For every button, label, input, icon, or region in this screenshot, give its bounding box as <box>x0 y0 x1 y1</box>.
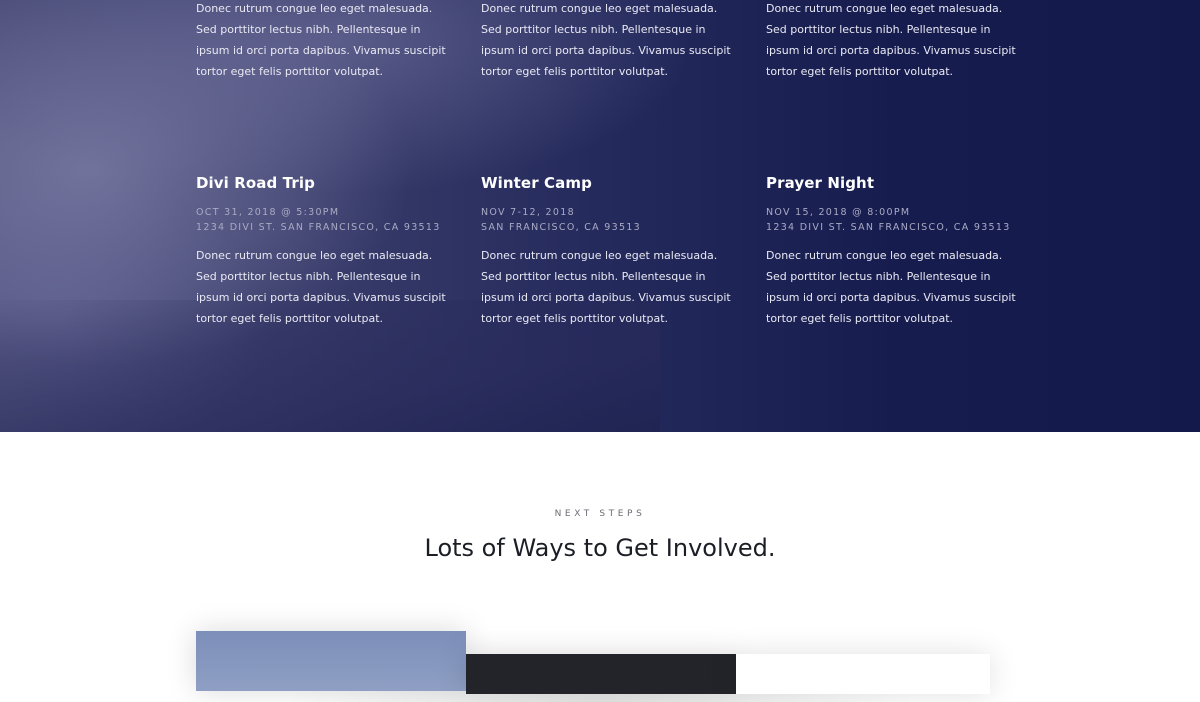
involvement-card-light[interactable] <box>736 654 990 694</box>
event-address: 1234 DIVI ST. SAN FRANCISCO, CA 93513 <box>766 222 1011 233</box>
section-heading: Lots of Ways to Get Involved. <box>424 534 776 562</box>
next-steps-section: NEXT STEPS Lots of Ways to Get Involved. <box>0 432 1200 702</box>
event-description: Donec rutrum congue leo eget malesuada. … <box>196 249 446 325</box>
event-card-top-1: Donec rutrum congue leo eget malesuada. … <box>196 0 446 82</box>
event-description: Donec rutrum congue leo eget malesuada. … <box>766 249 1016 325</box>
event-card-top-2: Donec rutrum congue leo eget malesuada. … <box>481 0 731 82</box>
event-title[interactable]: Prayer Night <box>766 174 1016 192</box>
events-hero-section: Donec rutrum congue leo eget malesuada. … <box>0 0 1200 432</box>
event-description: Donec rutrum congue leo eget malesuada. … <box>196 2 446 78</box>
involvement-card-image[interactable] <box>196 631 466 691</box>
event-title[interactable]: Winter Camp <box>481 174 731 192</box>
section-eyebrow: NEXT STEPS <box>554 509 646 519</box>
event-description: Donec rutrum congue leo eget malesuada. … <box>481 249 731 325</box>
event-date: NOV 7-12, 2018 <box>481 207 575 218</box>
event-card-divi-road-trip: Divi Road Trip OCT 31, 2018 @ 5:30PM 123… <box>196 174 446 329</box>
event-title[interactable]: Divi Road Trip <box>196 174 446 192</box>
involvement-card-dark[interactable] <box>466 654 736 694</box>
event-description: Donec rutrum congue leo eget malesuada. … <box>766 2 1016 78</box>
event-card-winter-camp: Winter Camp NOV 7-12, 2018 SAN FRANCISCO… <box>481 174 731 329</box>
event-card-prayer-night: Prayer Night NOV 15, 2018 @ 8:00PM 1234 … <box>766 174 1016 329</box>
event-meta: NOV 15, 2018 @ 8:00PM 1234 DIVI ST. SAN … <box>766 205 1016 235</box>
event-meta: NOV 7-12, 2018 SAN FRANCISCO, CA 93513 <box>481 205 731 235</box>
event-card-top-3: Donec rutrum congue leo eget malesuada. … <box>766 0 1016 82</box>
event-meta: OCT 31, 2018 @ 5:30PM 1234 DIVI ST. SAN … <box>196 205 446 235</box>
event-description: Donec rutrum congue leo eget malesuada. … <box>481 2 731 78</box>
event-address: 1234 DIVI ST. SAN FRANCISCO, CA 93513 <box>196 222 441 233</box>
event-address: SAN FRANCISCO, CA 93513 <box>481 222 642 233</box>
event-date: NOV 15, 2018 @ 8:00PM <box>766 207 911 218</box>
event-date: OCT 31, 2018 @ 5:30PM <box>196 207 340 218</box>
